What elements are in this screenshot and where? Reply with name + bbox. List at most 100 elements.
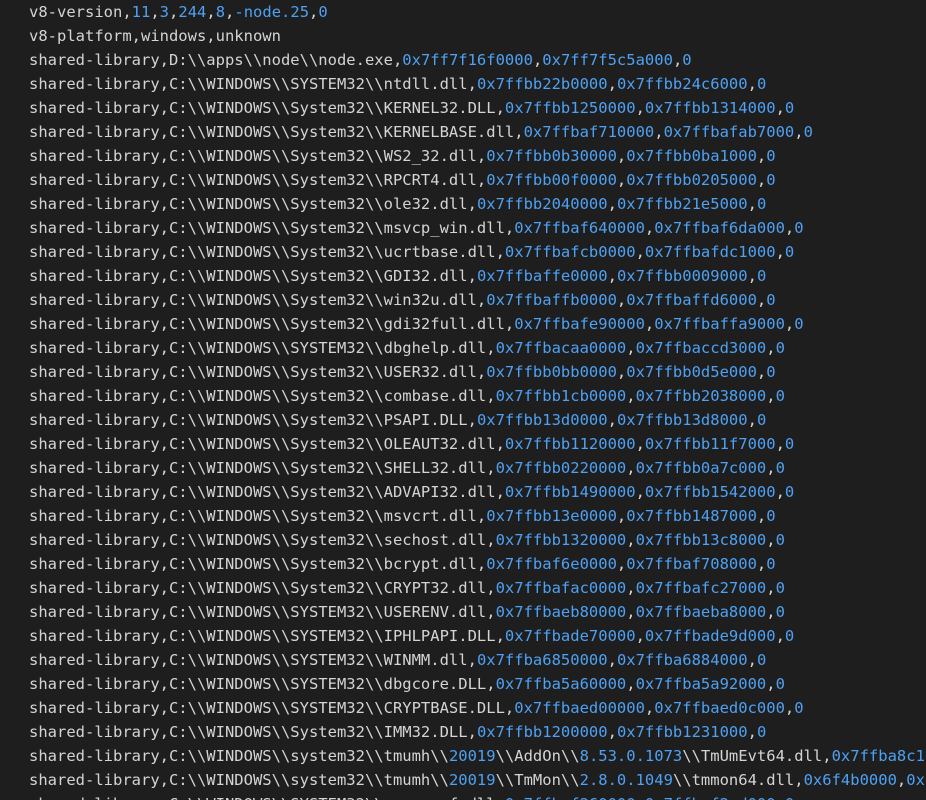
line-content: shared-library,C:\\WINDOWS\\SYSTEM32\\IP… (29, 624, 794, 648)
code-line[interactable]: 18shared-library,C:\\WINDOWS\\System32\\… (0, 408, 926, 432)
number-token: 0x7ffbb2040000 (476, 195, 608, 213)
text-token: , (616, 555, 627, 573)
code-line[interactable]: 30shared-library,C:\\WINDOWS\\SYSTEM32\\… (0, 696, 926, 720)
text-token: , (607, 195, 617, 213)
text-token: , (635, 435, 645, 453)
code-line[interactable]: 6shared-library,C:\\WINDOWS\\System32\\K… (0, 120, 926, 144)
code-line[interactable]: 29shared-library,C:\\WINDOWS\\SYSTEM32\\… (0, 672, 926, 696)
text-token: shared-library,C:\\WINDOWS\\System32\\wi… (29, 291, 487, 309)
line-content: shared-library,C:\\WINDOWS\\SYSTEM32\\db… (29, 336, 785, 360)
code-line[interactable]: 24shared-library,C:\\WINDOWS\\System32\\… (0, 552, 926, 576)
code-line[interactable]: 23shared-library,C:\\WINDOWS\\System32\\… (0, 528, 926, 552)
line-content: shared-library,C:\\WINDOWS\\System32\\PS… (29, 408, 766, 432)
number-token: 0x7ffbb0d5e000 (626, 363, 757, 381)
code-line[interactable]: 3shared-library,D:\\apps\\node\\node.exe… (0, 48, 926, 72)
number-token: 0 (794, 315, 804, 333)
code-line[interactable]: 9shared-library,C:\\WINDOWS\\System32\\o… (0, 192, 926, 216)
text-token: , (635, 99, 645, 117)
text-token: shared-library,C:\\WINDOWS\\SYSTEM32\\po… (29, 795, 505, 800)
line-content: shared-library,C:\\WINDOWS\\System32\\ms… (29, 504, 776, 528)
text-token: , (756, 171, 767, 189)
code-line[interactable]: 25shared-library,C:\\WINDOWS\\System32\\… (0, 576, 926, 600)
number-token: 0x7ff7f5c5a000 (542, 51, 673, 69)
text-token: , (756, 363, 767, 381)
text-token: , (896, 771, 907, 789)
text-token: shared-library,C:\\WINDOWS\\System32\\gd… (29, 315, 515, 333)
number-token: 0x7ffbb22b0000 (476, 75, 608, 93)
code-line[interactable]: 31shared-library,C:\\WINDOWS\\System32\\… (0, 720, 926, 744)
number-token: 0x7ffbaed0c000 (654, 699, 785, 717)
code-line[interactable]: 12shared-library,C:\\WINDOWS\\System32\\… (0, 264, 926, 288)
code-line[interactable]: 26shared-library,C:\\WINDOWS\\SYSTEM32\\… (0, 600, 926, 624)
code-line[interactable]: 14shared-library,C:\\WINDOWS\\System32\\… (0, 312, 926, 336)
line-content: shared-library,C:\\WINDOWS\\System32\\ms… (29, 216, 804, 240)
text-token: , (607, 267, 617, 285)
number-token: 0x7ffba6884000 (616, 651, 748, 669)
code-line[interactable]: 2v8-platform,windows,unknown (0, 24, 926, 48)
text-token: , (775, 99, 785, 117)
code-line[interactable]: 16shared-library,C:\\WINDOWS\\System32\\… (0, 360, 926, 384)
text-token: , (644, 315, 655, 333)
line-content: shared-library,C:\\WINDOWS\\System32\\bc… (29, 552, 776, 576)
code-line[interactable]: 27shared-library,C:\\WINDOWS\\SYSTEM32\\… (0, 624, 926, 648)
number-token: 0x7ffbb1542000 (644, 483, 776, 501)
number-token: 0 (784, 627, 795, 645)
code-line[interactable]: 15shared-library,C:\\WINDOWS\\SYSTEM32\\… (0, 336, 926, 360)
code-line[interactable]: 22shared-library,C:\\WINDOWS\\System32\\… (0, 504, 926, 528)
code-line[interactable]: 21shared-library,C:\\WINDOWS\\System32\\… (0, 480, 926, 504)
line-content: shared-library,C:\\WINDOWS\\SYSTEM32\\CR… (29, 696, 804, 720)
code-line[interactable]: 1v8-version,11,3,244,8,-node.25,0 (0, 0, 926, 24)
code-line[interactable]: 13shared-library,C:\\WINDOWS\\System32\\… (0, 288, 926, 312)
number-token: 0 (785, 795, 794, 800)
text-token: , (626, 531, 636, 549)
line-content: shared-library,C:\\WINDOWS\\System32\\AD… (29, 480, 794, 504)
number-token: 0 (775, 603, 785, 621)
text-token: , (616, 171, 627, 189)
text-token: , (766, 603, 776, 621)
code-line[interactable]: 10shared-library,C:\\WINDOWS\\System32\\… (0, 216, 926, 240)
code-line[interactable]: 17shared-library,C:\\WINDOWS\\System32\\… (0, 384, 926, 408)
number-token: 0 (756, 195, 767, 213)
text-token: shared-library,C:\\WINDOWS\\System32\\AD… (29, 483, 505, 501)
text-token: , (626, 459, 636, 477)
text-token: \\TmUmEvt64.dll, (682, 747, 832, 765)
code-line[interactable]: 5shared-library,C:\\WINDOWS\\System32\\K… (0, 96, 926, 120)
code-line[interactable]: 4shared-library,C:\\WINDOWS\\SYSTEM32\\n… (0, 72, 926, 96)
number-token: 0 (766, 291, 776, 309)
code-line[interactable]: 33shared-library,C:\\WINDOWS\\system32\\… (0, 768, 926, 792)
number-token: 0x7ffbb1487000 (626, 507, 757, 525)
text-token: shared-library,C:\\WINDOWS\\System32\\ms… (29, 507, 487, 525)
number-token: 20019 (448, 771, 496, 789)
number-token: 0x7ffbb1120000 (504, 435, 636, 453)
number-token: 0 (766, 147, 776, 165)
code-line[interactable]: 20shared-library,C:\\WINDOWS\\System32\\… (0, 456, 926, 480)
text-token: shared-library,C:\\WINDOWS\\SYSTEM32\\nt… (29, 75, 477, 93)
text-token: , (644, 699, 655, 717)
text-token: , (616, 363, 627, 381)
number-token: 0 (766, 363, 776, 381)
number-token: 0 (756, 411, 767, 429)
text-token: , (607, 411, 617, 429)
text-token: shared-library,C:\\WINDOWS\\System32\\GD… (29, 267, 477, 285)
text-token: , (784, 219, 795, 237)
text-token: , (747, 723, 757, 741)
line-content: v8-platform,windows,unknown (29, 24, 281, 48)
line-content: shared-library,C:\\WINDOWS\\SYSTEM32\\nt… (29, 72, 766, 96)
code-editor[interactable]: 1v8-version,11,3,244,8,-node.25,02v8-pla… (0, 0, 926, 800)
text-token: shared-library,C:\\WINDOWS\\System32\\CR… (29, 579, 496, 597)
text-token: , (766, 459, 776, 477)
code-line[interactable]: 11shared-library,C:\\WINDOWS\\System32\\… (0, 240, 926, 264)
text-token: shared-library,C:\\WINDOWS\\system32\\tm… (29, 747, 449, 765)
number-token: 0x7ffbaccd3000 (635, 339, 767, 357)
text-token: , (766, 579, 776, 597)
code-line[interactable]: 7shared-library,C:\\WINDOWS\\System32\\W… (0, 144, 926, 168)
code-line[interactable]: 19shared-library,C:\\WINDOWS\\System32\\… (0, 432, 926, 456)
code-line[interactable]: 8shared-library,C:\\WINDOWS\\System32\\R… (0, 168, 926, 192)
text-token: \\TmMon\\ (495, 771, 580, 789)
number-token: 0 (784, 99, 795, 117)
code-line[interactable]: 34shared-library,C:\\WINDOWS\\SYSTEM32\\… (0, 792, 926, 800)
number-token: 0x7ffbb24c6000 (616, 75, 748, 93)
code-line[interactable]: 28shared-library,C:\\WINDOWS\\SYSTEM32\\… (0, 648, 926, 672)
text-token: shared-library,C:\\WINDOWS\\System32\\KE… (29, 99, 505, 117)
code-line[interactable]: 32shared-library,C:\\WINDOWS\\system32\\… (0, 744, 926, 768)
